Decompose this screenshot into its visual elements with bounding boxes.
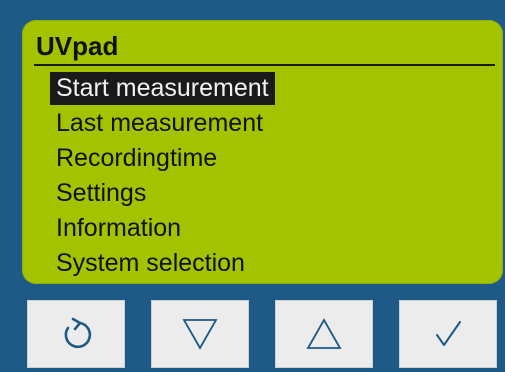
- menu-item-information[interactable]: Information: [50, 212, 275, 247]
- menu-item-label: Information: [56, 214, 182, 242]
- menu-item-last-measurement[interactable]: Last measurement: [50, 107, 275, 142]
- menu-item-label: Last measurement: [56, 109, 264, 137]
- menu-item-label: Recordingtime: [56, 144, 218, 172]
- title-divider: [34, 64, 495, 66]
- menu-item-system-selection[interactable]: System selection: [50, 247, 275, 282]
- down-button[interactable]: [151, 300, 249, 368]
- confirm-button[interactable]: [399, 300, 497, 368]
- screen-title: UVpad: [36, 31, 119, 61]
- button-row: [27, 300, 505, 368]
- lcd-screen: UVpad Start measurement Last measurement…: [22, 20, 503, 284]
- menu-item-start-measurement[interactable]: Start measurement: [50, 72, 275, 107]
- back-button[interactable]: [27, 300, 125, 368]
- menu-item-label: Start measurement: [50, 72, 275, 105]
- checkmark-icon: [428, 314, 468, 354]
- main-menu: Start measurement Last measurement Recor…: [50, 72, 275, 282]
- menu-item-settings[interactable]: Settings: [50, 177, 275, 212]
- menu-item-label: System selection: [56, 249, 245, 277]
- menu-item-label: Settings: [56, 179, 147, 207]
- menu-item-recordingtime[interactable]: Recordingtime: [50, 142, 275, 177]
- up-button[interactable]: [275, 300, 373, 368]
- triangle-down-icon: [180, 314, 220, 354]
- device-panel: UVpad Start measurement Last measurement…: [0, 0, 505, 372]
- back-arrow-icon: [56, 314, 96, 354]
- triangle-up-icon: [304, 314, 344, 354]
